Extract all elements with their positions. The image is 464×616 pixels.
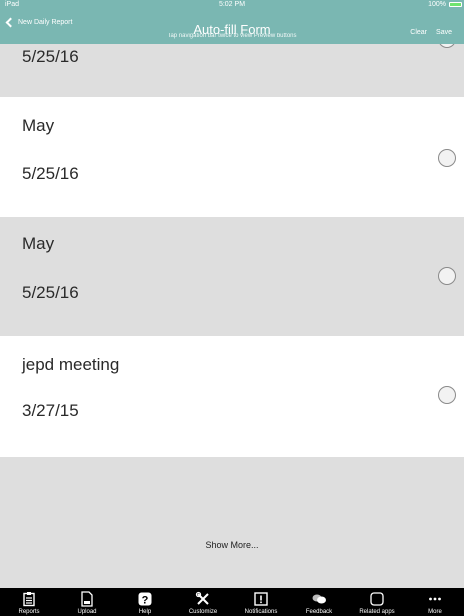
battery-label: 100% bbox=[428, 1, 446, 8]
upload-icon bbox=[81, 591, 93, 607]
clear-button[interactable]: Clear bbox=[410, 29, 427, 36]
show-more-button[interactable]: Show More... bbox=[0, 540, 464, 550]
row-title: jepd meeting bbox=[22, 355, 120, 374]
row-date: 5/25/16 bbox=[22, 164, 79, 183]
row-date: 3/27/15 bbox=[22, 401, 79, 420]
tab-notifications[interactable]: Notifications bbox=[232, 588, 290, 616]
chat-icon bbox=[312, 594, 326, 604]
form-list: 5/25/16 May 5/25/16 May 5/25/16 jepd mee… bbox=[0, 0, 464, 588]
tab-label: Customize bbox=[188, 609, 218, 615]
tab-label: Reports bbox=[18, 609, 40, 615]
row-title: May bbox=[22, 116, 55, 135]
nav-bar[interactable]: New Daily Report Auto-fill Form Tap navi… bbox=[0, 9, 464, 44]
list-item[interactable]: May 5/25/16 bbox=[0, 217, 464, 336]
tab-customize[interactable]: Customize bbox=[174, 588, 232, 616]
status-time: 5:02 PM bbox=[218, 1, 246, 8]
tab-upload[interactable]: Upload bbox=[58, 588, 116, 616]
tab-help[interactable]: ? Help bbox=[116, 588, 174, 616]
tab-related-apps[interactable]: Related apps bbox=[348, 588, 406, 616]
show-more-row[interactable]: Show More... bbox=[0, 457, 464, 588]
tab-label: Feedback bbox=[305, 609, 333, 615]
more-icon bbox=[429, 597, 441, 601]
select-radio[interactable] bbox=[438, 267, 456, 285]
row-date: 5/25/16 bbox=[22, 47, 79, 66]
tab-label: Notifications bbox=[244, 609, 278, 615]
help-icon: ? bbox=[138, 592, 152, 607]
status-bar: iPad 5:02 PM 100% bbox=[0, 0, 464, 9]
tab-label: Related apps bbox=[359, 609, 395, 615]
tab-label: Upload bbox=[77, 609, 97, 615]
notification-icon bbox=[254, 592, 268, 606]
row-date: 5/25/16 bbox=[22, 283, 79, 302]
tab-label: More bbox=[428, 609, 442, 615]
list-item[interactable]: jepd meeting 3/27/15 bbox=[0, 336, 464, 457]
clipboard-icon bbox=[23, 592, 35, 607]
save-button[interactable]: Save bbox=[436, 29, 452, 36]
tab-reports[interactable]: Reports bbox=[0, 588, 58, 616]
select-radio[interactable] bbox=[438, 149, 456, 167]
svg-text:?: ? bbox=[142, 595, 149, 607]
tab-label: Help bbox=[138, 609, 152, 615]
row-title: May bbox=[22, 234, 55, 253]
list-item[interactable]: May 5/25/16 bbox=[0, 97, 464, 217]
tab-bar: Reports Upload ? Help Customize Notifica… bbox=[0, 588, 464, 616]
battery-icon bbox=[449, 2, 462, 7]
tab-more[interactable]: More bbox=[406, 588, 464, 616]
apps-icon bbox=[370, 592, 384, 606]
select-radio[interactable] bbox=[438, 386, 456, 404]
page-subtitle: Tap navigation bar twice to view Preview… bbox=[167, 33, 297, 39]
tools-icon bbox=[195, 591, 209, 605]
tab-feedback[interactable]: Feedback bbox=[290, 588, 348, 616]
